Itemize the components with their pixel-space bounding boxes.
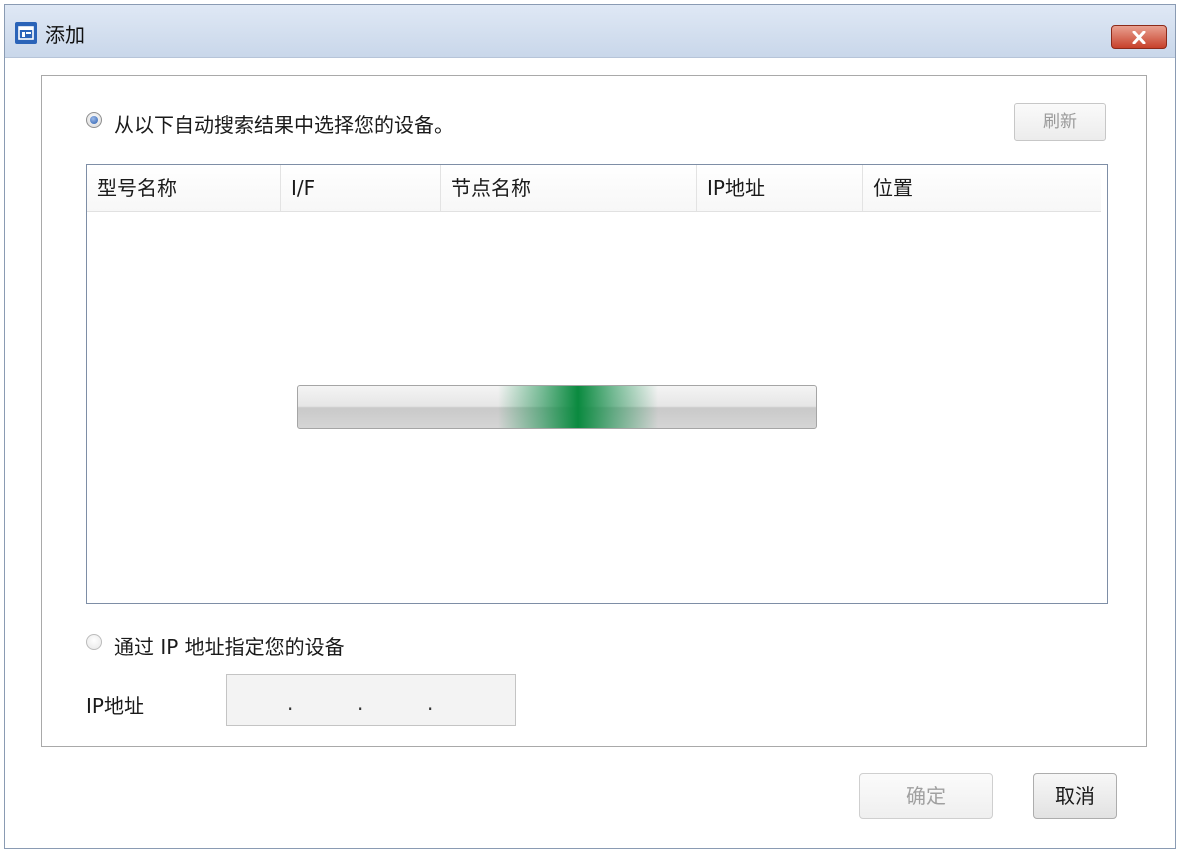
device-list-header: 型号名称 I/F 节点名称 IP地址 位置 bbox=[87, 165, 1101, 212]
searching-progress-bar bbox=[297, 385, 817, 429]
manual-ip-radio[interactable] bbox=[86, 634, 102, 650]
refresh-button: 刷新 bbox=[1014, 103, 1106, 141]
column-model-name[interactable]: 型号名称 bbox=[87, 165, 281, 211]
cancel-button[interactable]: 取消 bbox=[1033, 773, 1117, 819]
device-selection-group: 从以下自动搜索结果中选择您的设备。 刷新 型号名称 I/F 节点名称 IP地址 … bbox=[41, 75, 1147, 747]
column-interface[interactable]: I/F bbox=[281, 165, 441, 211]
device-list[interactable]: 型号名称 I/F 节点名称 IP地址 位置 bbox=[86, 164, 1108, 604]
window-title: 添加 bbox=[45, 23, 85, 47]
close-icon bbox=[1132, 31, 1146, 44]
ip-address-input[interactable]: . . . bbox=[226, 674, 516, 726]
app-window-icon bbox=[15, 22, 37, 44]
progress-indicator bbox=[498, 386, 658, 428]
ip-separator: . bbox=[427, 691, 434, 715]
ip-separator: . bbox=[287, 691, 294, 715]
close-button[interactable] bbox=[1111, 25, 1167, 49]
column-ip-address[interactable]: IP地址 bbox=[697, 165, 863, 211]
manual-ip-label[interactable]: 通过 IP 地址指定您的设备 bbox=[114, 631, 345, 660]
add-device-dialog: 添加 从以下自动搜索结果中选择您的设备。 刷新 型号名称 I/F 节点名称 IP… bbox=[4, 4, 1176, 849]
ip-address-label: IP地址 bbox=[86, 694, 144, 718]
column-location[interactable]: 位置 bbox=[863, 165, 1103, 211]
auto-search-radio[interactable] bbox=[86, 112, 102, 128]
auto-search-label[interactable]: 从以下自动搜索结果中选择您的设备。 bbox=[114, 109, 454, 138]
column-node-name[interactable]: 节点名称 bbox=[441, 165, 697, 211]
title-bar[interactable]: 添加 bbox=[5, 5, 1175, 58]
ip-separator: . bbox=[357, 691, 364, 715]
ok-button: 确定 bbox=[859, 773, 993, 819]
